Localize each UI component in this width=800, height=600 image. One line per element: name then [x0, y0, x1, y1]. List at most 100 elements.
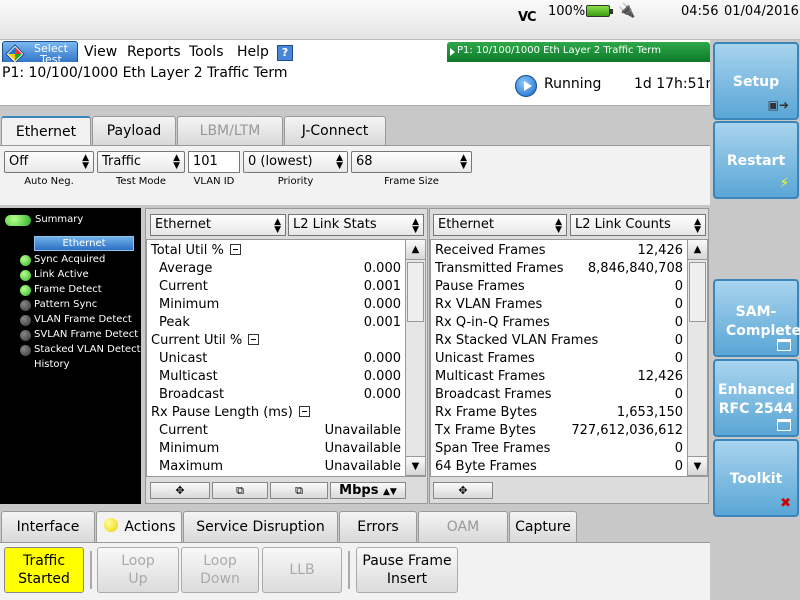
setup-button[interactable]: Setup ▣➜: [713, 42, 799, 120]
status-led-icon: [20, 285, 31, 296]
pause-frame-insert-button[interactable]: Pause Frame Insert: [356, 547, 458, 593]
tab-ethernet[interactable]: Ethernet: [1, 116, 91, 146]
collapse-icon[interactable]: [298, 406, 310, 417]
stat-label: Rx Stacked VLAN Frames: [435, 333, 599, 348]
tab-capture[interactable]: Capture: [509, 511, 577, 543]
right-category-select[interactable]: Ethernet ▲ ▼: [433, 214, 567, 236]
tab-service-disruption[interactable]: Service Disruption: [183, 511, 338, 543]
auto-neg-value: Off: [9, 154, 29, 169]
loop-down-button[interactable]: Loop Down: [181, 547, 259, 593]
enhanced-rfc2544-button[interactable]: Enhanced RFC 2544: [713, 359, 799, 437]
scroll-down-icon[interactable]: ▼: [406, 456, 425, 476]
pause-frame-line1: Pause Frame: [362, 553, 452, 569]
stat-value: 0.000: [363, 351, 401, 366]
scroll-up-icon[interactable]: ▲: [406, 240, 425, 260]
priority-select[interactable]: 0 (lowest) ▲ ▼: [243, 151, 348, 173]
tree-ethernet[interactable]: Ethernet: [34, 236, 134, 251]
left-scrollbar[interactable]: ▲ ▼: [405, 240, 425, 476]
stat-label: Rx VLAN Frames: [435, 297, 543, 312]
stat-row: Broadcast Frames 0: [431, 386, 687, 404]
spin-arrows-icon: ▲▼: [274, 217, 281, 235]
menu-view[interactable]: View: [84, 44, 117, 60]
right-view-select[interactable]: L2 Link Counts ▲ ▼: [570, 214, 706, 236]
stat-row: Unicast 0.000: [147, 350, 405, 368]
help-icon[interactable]: ?: [277, 45, 293, 61]
test-mode-select[interactable]: Traffic ▲ ▼: [97, 151, 185, 173]
tree-item[interactable]: Sync Acquired: [34, 254, 105, 265]
vlan-id-input[interactable]: 101: [188, 151, 240, 173]
scroll-down-icon[interactable]: ▼: [688, 456, 707, 476]
tab-lbm-ltm[interactable]: LBM/LTM: [177, 116, 283, 146]
tree-item[interactable]: Stacked VLAN Detect: [34, 344, 141, 355]
loop-down-line2: Down: [200, 571, 240, 587]
tab-interface[interactable]: Interface: [1, 511, 95, 543]
sam-complete-button[interactable]: SAM-Complete: [713, 279, 800, 357]
elapsed-time: 1d 17h:51m: [634, 76, 720, 92]
left-view-select[interactable]: L2 Link Stats ▲ ▼: [288, 214, 424, 236]
status-led-icon: [20, 300, 31, 311]
test-mode-value: Traffic: [102, 154, 142, 169]
auto-neg-caption: Auto Neg.: [24, 176, 74, 187]
traffic-started-button[interactable]: Traffic Started: [4, 547, 84, 593]
frame-size-select[interactable]: 68 ▲ ▼: [351, 151, 472, 173]
tree-item[interactable]: VLAN Frame Detect: [34, 314, 132, 325]
stat-label: Current Util %: [151, 333, 243, 348]
scroll-thumb[interactable]: [689, 262, 706, 322]
stat-label: Rx Q-in-Q Frames: [435, 315, 550, 330]
stat-label: Unicast: [159, 351, 208, 366]
menu-reports[interactable]: Reports: [127, 44, 181, 60]
tab-errors[interactable]: Errors: [339, 511, 417, 543]
play-icon[interactable]: [515, 75, 537, 97]
stat-row: Rx VLAN Frames 0: [431, 296, 687, 314]
loop-up-button[interactable]: Loop Up: [97, 547, 179, 593]
move-icon[interactable]: ✥: [433, 482, 493, 499]
status-led-icon: [20, 315, 31, 326]
collapse-icon[interactable]: [248, 334, 260, 345]
move-icon[interactable]: ✥: [150, 482, 210, 499]
units-select[interactable]: Mbps ▲▼: [330, 482, 406, 499]
add-window-icon[interactable]: ⧉: [270, 482, 328, 499]
stat-row: Multicast Frames 12,426: [431, 368, 687, 386]
restore-icon[interactable]: ⧉: [212, 482, 268, 499]
test-tab[interactable]: P1: 10/100/1000 Eth Layer 2 Traffic Term: [447, 42, 710, 62]
stat-value: Unavailable: [324, 423, 401, 438]
stat-value: 0: [674, 387, 683, 402]
menu-tools[interactable]: Tools: [189, 44, 224, 60]
stat-row: Rx Frame Bytes 1,653,150: [431, 404, 687, 422]
tree-item[interactable]: SVLAN Frame Detect: [34, 329, 138, 340]
tree-item[interactable]: Link Active: [34, 269, 89, 280]
actions-led-icon: [104, 518, 118, 532]
restart-button[interactable]: Restart ⚡: [713, 121, 799, 199]
tab-payload[interactable]: Payload: [92, 116, 176, 146]
setup-label: Setup: [732, 74, 780, 90]
tree-summary[interactable]: Summary: [35, 214, 83, 225]
stat-row: Tx Frame Bytes 727,612,036,612: [431, 422, 687, 440]
scroll-thumb[interactable]: [407, 262, 424, 322]
tab-j-connect[interactable]: J-Connect: [284, 116, 386, 146]
auto-neg-select[interactable]: Off ▲ ▼: [4, 151, 94, 173]
clock-time: 04:56: [681, 4, 719, 19]
left-category-value: Ethernet: [155, 217, 211, 232]
scroll-up-icon[interactable]: ▲: [688, 240, 707, 260]
plug-icon: 🔌: [618, 3, 636, 19]
left-category-select[interactable]: Ethernet ▲ ▼: [150, 214, 286, 236]
tree-item[interactable]: History: [34, 359, 70, 370]
window-icon: [777, 419, 791, 431]
spin-arrows-icon: ▲▼: [336, 153, 343, 171]
toolkit-button[interactable]: Toolkit ✖: [713, 439, 799, 517]
llb-button[interactable]: LLB: [262, 547, 342, 593]
menu-help[interactable]: Help: [237, 44, 269, 60]
lightning-icon: ⚡: [779, 176, 789, 191]
tab-oam[interactable]: OAM: [418, 511, 508, 543]
right-scrollbar[interactable]: ▲ ▼: [687, 240, 707, 476]
stat-row: Received Frames 12,426: [431, 242, 687, 260]
stat-value: Unavailable: [324, 459, 401, 474]
stat-label: Average: [159, 261, 213, 276]
collapse-icon[interactable]: [229, 244, 241, 255]
spin-arrows-icon: ▲▼: [460, 153, 467, 171]
tree-item[interactable]: Frame Detect: [34, 284, 102, 295]
tree-item[interactable]: Pattern Sync: [34, 299, 97, 310]
action-separator: [348, 551, 350, 589]
stat-value: 0.000: [363, 369, 401, 384]
run-status: Running: [544, 76, 602, 92]
